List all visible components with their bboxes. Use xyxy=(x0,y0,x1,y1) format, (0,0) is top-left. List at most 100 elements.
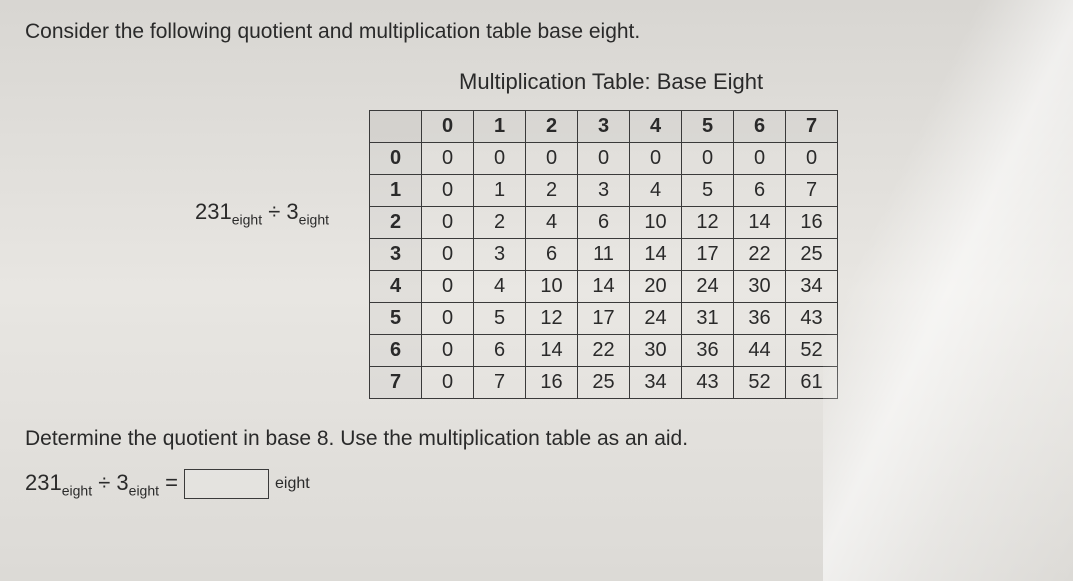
table-cell: 3 xyxy=(578,175,630,207)
row-header: 5 xyxy=(370,303,422,335)
table-cell: 6 xyxy=(734,175,786,207)
table-cell: 10 xyxy=(630,207,682,239)
table-cell: 36 xyxy=(734,303,786,335)
table-cell: 2 xyxy=(526,175,578,207)
table-cell: 52 xyxy=(786,335,838,367)
row-header: 0 xyxy=(370,143,422,175)
instruction-text: Determine the quotient in base 8. Use th… xyxy=(25,427,1048,451)
table-cell: 30 xyxy=(630,335,682,367)
table-cell: 16 xyxy=(526,367,578,399)
table-cell: 22 xyxy=(578,335,630,367)
col-header: 0 xyxy=(422,111,474,143)
col-header: 1 xyxy=(474,111,526,143)
table-cell: 25 xyxy=(786,239,838,271)
answer-dividend-sub: eight xyxy=(62,482,92,498)
quotient-expression: 231eight ÷ 3eight xyxy=(195,199,329,227)
table-cell: 7 xyxy=(474,367,526,399)
table-cell: 0 xyxy=(422,367,474,399)
col-header: 7 xyxy=(786,111,838,143)
expression-column: 231eight ÷ 3eight xyxy=(25,69,329,227)
table-cell: 31 xyxy=(682,303,734,335)
table-cell: 17 xyxy=(578,303,630,335)
answer-dividend: 231 xyxy=(25,470,62,495)
table-cell: 17 xyxy=(682,239,734,271)
table-body: 0000000001012345672024610121416303611141… xyxy=(370,143,838,399)
table-row: 505121724313643 xyxy=(370,303,838,335)
table-cell: 25 xyxy=(578,367,630,399)
table-cell: 5 xyxy=(682,175,734,207)
col-header: 2 xyxy=(526,111,578,143)
table-cell: 0 xyxy=(422,207,474,239)
table-row: 30361114172225 xyxy=(370,239,838,271)
multiplication-table: 0 1 2 3 4 5 6 7 000000000101234567202461… xyxy=(369,110,838,399)
col-header: 6 xyxy=(734,111,786,143)
table-cell: 2 xyxy=(474,207,526,239)
table-row: 606142230364452 xyxy=(370,335,838,367)
table-row: 2024610121416 xyxy=(370,207,838,239)
table-cell: 0 xyxy=(474,143,526,175)
table-cell: 0 xyxy=(786,143,838,175)
table-cell: 4 xyxy=(630,175,682,207)
table-cell: 6 xyxy=(526,239,578,271)
answer-divisor: 3 xyxy=(116,470,128,495)
table-cell: 14 xyxy=(630,239,682,271)
row-header: 4 xyxy=(370,271,422,303)
answer-input[interactable] xyxy=(184,469,269,499)
table-cell: 14 xyxy=(578,271,630,303)
table-cell: 52 xyxy=(734,367,786,399)
table-cell: 24 xyxy=(682,271,734,303)
table-header-row: 0 1 2 3 4 5 6 7 xyxy=(370,111,838,143)
dividend: 231 xyxy=(195,199,232,224)
table-cell: 1 xyxy=(474,175,526,207)
content-row: 231eight ÷ 3eight Multiplication Table: … xyxy=(25,69,1048,399)
table-row: 404101420243034 xyxy=(370,271,838,303)
row-header: 3 xyxy=(370,239,422,271)
table-cell: 6 xyxy=(474,335,526,367)
dividend-subscript: eight xyxy=(232,211,262,227)
table-cell: 6 xyxy=(578,207,630,239)
table-corner xyxy=(370,111,422,143)
table-cell: 0 xyxy=(422,143,474,175)
table-cell: 10 xyxy=(526,271,578,303)
table-cell: 24 xyxy=(630,303,682,335)
table-cell: 34 xyxy=(786,271,838,303)
answer-operator: ÷ xyxy=(98,470,110,495)
col-header: 4 xyxy=(630,111,682,143)
table-cell: 30 xyxy=(734,271,786,303)
divisor-subscript: eight xyxy=(299,211,329,227)
row-header: 6 xyxy=(370,335,422,367)
answer-row: 231eight ÷ 3eight = eight xyxy=(25,469,1048,499)
answer-result-sub: eight xyxy=(275,475,310,493)
table-cell: 0 xyxy=(526,143,578,175)
table-cell: 4 xyxy=(474,271,526,303)
table-title: Multiplication Table: Base Eight xyxy=(459,69,1048,95)
table-row: 000000000 xyxy=(370,143,838,175)
equals-sign: = xyxy=(165,470,178,495)
col-header: 3 xyxy=(578,111,630,143)
table-cell: 5 xyxy=(474,303,526,335)
table-cell: 0 xyxy=(422,175,474,207)
table-cell: 61 xyxy=(786,367,838,399)
answer-divisor-sub: eight xyxy=(129,482,159,498)
table-cell: 44 xyxy=(734,335,786,367)
row-header: 7 xyxy=(370,367,422,399)
table-cell: 36 xyxy=(682,335,734,367)
row-header: 2 xyxy=(370,207,422,239)
operator: ÷ xyxy=(268,199,280,224)
table-cell: 43 xyxy=(682,367,734,399)
table-cell: 12 xyxy=(526,303,578,335)
table-cell: 0 xyxy=(682,143,734,175)
intro-text: Consider the following quotient and mult… xyxy=(25,20,1048,44)
table-cell: 22 xyxy=(734,239,786,271)
table-cell: 0 xyxy=(422,303,474,335)
table-cell: 0 xyxy=(578,143,630,175)
divisor: 3 xyxy=(286,199,298,224)
table-cell: 0 xyxy=(734,143,786,175)
table-cell: 0 xyxy=(630,143,682,175)
table-cell: 16 xyxy=(786,207,838,239)
table-cell: 7 xyxy=(786,175,838,207)
table-cell: 11 xyxy=(578,239,630,271)
table-cell: 0 xyxy=(422,335,474,367)
row-header: 1 xyxy=(370,175,422,207)
table-cell: 43 xyxy=(786,303,838,335)
